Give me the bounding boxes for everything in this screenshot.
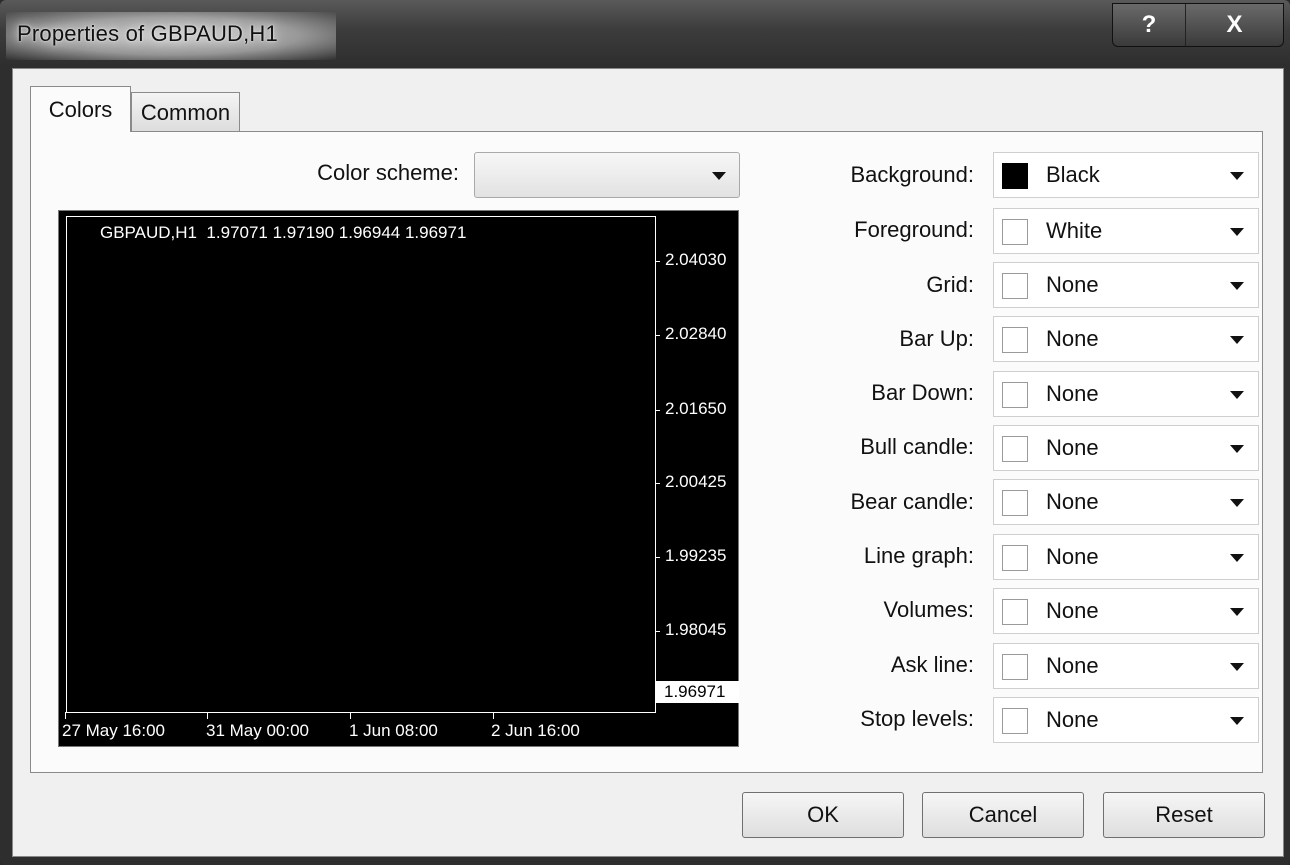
chevron-down-icon	[1230, 336, 1244, 344]
bull-candle-label: Bull candle:	[860, 434, 974, 459]
color-value: None	[1046, 489, 1099, 514]
window-title: Properties of GBPAUD,H1	[17, 21, 278, 46]
volumes-color-select[interactable]: None	[993, 588, 1259, 634]
price-tick	[656, 631, 660, 632]
chevron-down-icon	[1230, 499, 1244, 507]
chart-preview: GBPAUD,H1 1.97071 1.97190 1.96944 1.9697…	[58, 210, 739, 747]
grid-color-select[interactable]: None	[993, 262, 1259, 308]
tab-colors[interactable]: Colors	[30, 86, 131, 132]
stop-levels-label: Stop levels:	[860, 706, 974, 731]
color-scheme-label: Color scheme:	[317, 160, 459, 185]
background-label: Background:	[850, 162, 974, 187]
color-swatch	[1002, 163, 1028, 189]
price-label: 2.02840	[665, 324, 727, 343]
help-button[interactable]: ?	[1113, 4, 1186, 46]
foreground-color-select[interactable]: White	[993, 208, 1259, 254]
chevron-down-icon	[712, 172, 726, 180]
foreground-label: Foreground:	[854, 217, 974, 242]
chevron-down-icon	[1230, 282, 1244, 290]
color-swatch	[1002, 599, 1028, 625]
price-label: 2.01650	[665, 399, 727, 418]
time-tick	[207, 712, 208, 719]
time-label: 1 Jun 08:00	[349, 721, 438, 740]
tab-common[interactable]: Common	[131, 92, 240, 132]
bull-candle-color-select[interactable]: None	[993, 425, 1259, 471]
ask-line-color-select[interactable]: None	[993, 643, 1259, 689]
color-value: None	[1046, 598, 1099, 623]
color-swatch	[1002, 327, 1028, 353]
time-tick	[350, 712, 351, 719]
bar-up-color-select[interactable]: None	[993, 316, 1259, 362]
color-value: None	[1046, 707, 1099, 732]
color-swatch	[1002, 273, 1028, 299]
chevron-down-icon	[1230, 554, 1244, 562]
bear-candle-color-select[interactable]: None	[993, 479, 1259, 525]
ask-line-label: Ask line:	[890, 652, 974, 677]
current-price-label: 1.96971	[656, 681, 739, 703]
cancel-button[interactable]: Cancel	[922, 792, 1084, 838]
price-label: 1.99235	[665, 546, 727, 565]
color-swatch	[1002, 219, 1028, 245]
bar-down-color-select[interactable]: None	[993, 371, 1259, 417]
color-swatch	[1002, 490, 1028, 516]
bar-down-label: Bar Down:	[871, 380, 974, 405]
time-label: 31 May 00:00	[206, 721, 310, 740]
color-value: None	[1046, 653, 1099, 678]
line-graph-label: Line graph:	[863, 543, 974, 568]
time-tick	[65, 712, 66, 719]
color-value: None	[1046, 326, 1099, 351]
bar-up-label: Bar Up:	[899, 326, 974, 351]
price-label: 1.98045	[665, 620, 727, 639]
color-value: None	[1046, 435, 1099, 460]
price-tick	[656, 557, 660, 558]
price-tick	[656, 335, 660, 336]
preview-plot-area	[66, 216, 656, 713]
chevron-down-icon	[1230, 228, 1244, 236]
bear-candle-label: Bear candle:	[850, 489, 974, 514]
volumes-label: Volumes:	[883, 597, 975, 622]
reset-button[interactable]: Reset	[1103, 792, 1265, 838]
color-value: None	[1046, 544, 1099, 569]
color-swatch	[1002, 436, 1028, 462]
color-value: Black	[1046, 162, 1100, 187]
stop-levels-color-select[interactable]: None	[993, 697, 1259, 743]
chevron-down-icon	[1230, 663, 1244, 671]
preview-chart-title: GBPAUD,H1 1.97071 1.97190 1.96944 1.9697…	[100, 223, 467, 242]
price-tick	[656, 410, 660, 411]
color-scheme-select[interactable]	[474, 152, 740, 198]
time-label: 27 May 16:00	[62, 721, 166, 740]
close-button[interactable]: X	[1186, 4, 1283, 46]
caption-buttons: ? X	[1112, 3, 1284, 47]
grid-label: Grid:	[926, 272, 974, 297]
color-value: None	[1046, 381, 1099, 406]
color-value: None	[1046, 272, 1099, 297]
color-swatch	[1002, 654, 1028, 680]
chevron-down-icon	[1230, 445, 1244, 453]
background-color-select[interactable]: Black	[993, 152, 1259, 198]
colors-tab-panel: Color scheme: GBPAUD,H1 1.97071 1.97190 …	[30, 131, 1263, 773]
properties-dialog: Properties of GBPAUD,H1 ? X Colors Commo…	[0, 0, 1290, 865]
price-label: 2.00425	[665, 472, 727, 491]
price-tick	[656, 483, 660, 484]
color-swatch	[1002, 708, 1028, 734]
chevron-down-icon	[1230, 172, 1244, 180]
chevron-down-icon	[1230, 391, 1244, 399]
ok-button[interactable]: OK	[742, 792, 904, 838]
chevron-down-icon	[1230, 717, 1244, 725]
dialog-client-area: Colors Common Color scheme: GBPAUD,H1 1.…	[12, 68, 1284, 857]
time-tick	[493, 712, 494, 719]
color-value: White	[1046, 218, 1103, 243]
price-tick	[656, 261, 660, 262]
time-label: 2 Jun 16:00	[491, 721, 580, 740]
line-graph-color-select[interactable]: None	[993, 534, 1259, 580]
chevron-down-icon	[1230, 608, 1244, 616]
price-label: 2.04030	[665, 250, 727, 269]
color-swatch	[1002, 382, 1028, 408]
color-swatch	[1002, 545, 1028, 571]
